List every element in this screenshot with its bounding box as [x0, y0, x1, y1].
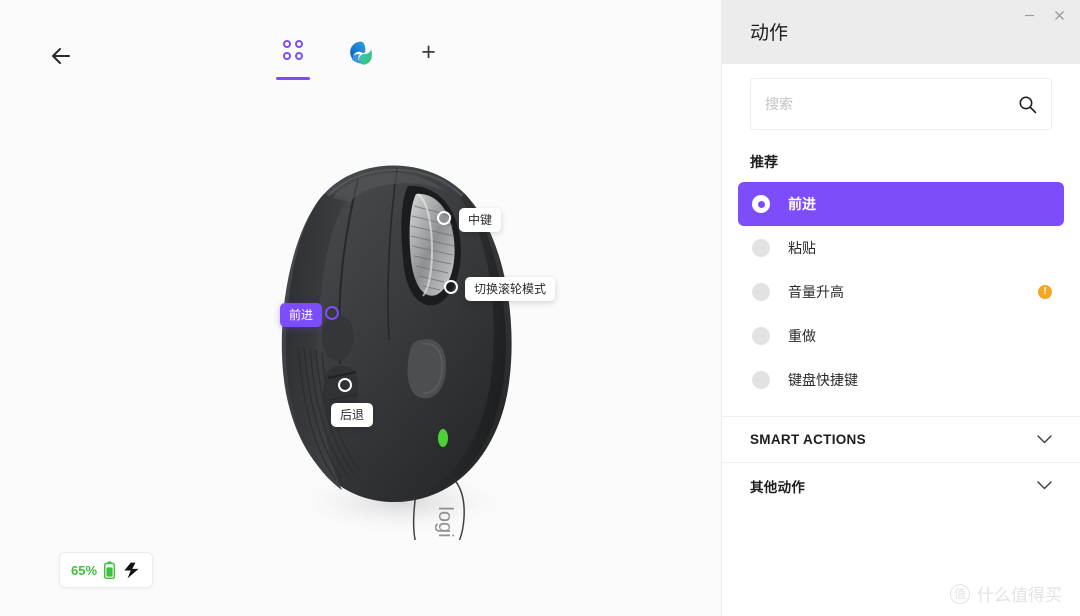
grid-dot [282, 40, 291, 48]
section-other-actions[interactable]: 其他动作 [722, 462, 1080, 508]
search-area [722, 64, 1080, 144]
action-row-redo[interactable]: 重做 [738, 314, 1064, 358]
section-title: SMART ACTIONS [750, 432, 866, 447]
page-title: 动作 [750, 23, 789, 44]
watermark-mark: 值 [950, 583, 970, 604]
chevron-down-icon [1037, 435, 1052, 444]
radio-icon[interactable] [752, 371, 770, 389]
radio-icon[interactable] [752, 327, 770, 345]
search-box[interactable] [750, 78, 1052, 130]
grid-dot [294, 40, 303, 48]
device-canvas: + logi 中键 切换滚轮模式 前进 后退 65% [0, 0, 721, 616]
device-tabbar: + [0, 36, 721, 80]
radio-selected-icon[interactable] [752, 195, 770, 213]
tab-apps[interactable] [273, 36, 313, 80]
microsoft-edge-icon [349, 41, 372, 65]
minimize-icon [1024, 14, 1034, 16]
marker-scroll-mode[interactable] [444, 280, 458, 294]
close-icon [1054, 10, 1064, 20]
tab-add[interactable]: + [409, 36, 449, 80]
battery-status[interactable]: 65% [59, 552, 154, 588]
radio-inner-dot [757, 200, 765, 208]
radio-icon[interactable] [752, 239, 770, 257]
window-controls [1014, 0, 1074, 30]
grid-dot [294, 52, 303, 60]
watermark-text: 什么值得买 [977, 586, 1062, 605]
marker-back[interactable] [338, 378, 352, 392]
action-label: 重做 [788, 328, 816, 344]
logi-flow-icon [124, 562, 139, 578]
plus-icon: + [421, 38, 436, 66]
action-row-keyboard-shortcut[interactable]: 键盘快捷键 [738, 358, 1064, 402]
action-label: 键盘快捷键 [788, 372, 858, 388]
logi-brand-text: logi [434, 506, 456, 537]
recommended-action-list: 前进 粘贴 音量升高 ! 重做 键盘快捷键 [722, 182, 1080, 402]
marker-middle-click[interactable] [437, 211, 451, 225]
action-row-forward[interactable]: 前进 [738, 182, 1064, 226]
grid-dot [282, 52, 291, 60]
section-title: 其他动作 [750, 479, 806, 495]
battery-icon [104, 561, 116, 579]
section-smart-actions[interactable]: SMART ACTIONS [722, 416, 1080, 462]
marker-forward[interactable] [325, 306, 339, 320]
search-input[interactable] [765, 96, 1018, 112]
tab-active-underline [275, 77, 310, 80]
callout-scroll-mode[interactable]: 切换滚轮模式 [465, 277, 556, 301]
search-icon[interactable] [1018, 95, 1037, 114]
close-button[interactable] [1044, 0, 1074, 30]
tab-edge[interactable] [341, 36, 381, 80]
chevron-down-icon [1037, 481, 1052, 490]
action-label: 粘贴 [788, 240, 816, 256]
action-label: 前进 [788, 196, 816, 212]
minimize-button[interactable] [1014, 0, 1044, 30]
battery-percent: 65% [71, 562, 98, 578]
radio-icon[interactable] [752, 283, 770, 301]
callout-forward[interactable]: 前进 [280, 303, 323, 327]
action-row-volume-up[interactable]: 音量升高 ! [738, 270, 1064, 314]
actions-panel: 动作 搜索 推荐 前进 粘贴 音量升高 ! 重做 键盘快捷键 SMART ACT… [721, 0, 1080, 616]
watermark: 值 什么值得买 [950, 581, 1062, 606]
action-label: 音量升高 [788, 284, 844, 300]
action-row-paste[interactable]: 粘贴 [738, 226, 1064, 270]
warning-icon[interactable]: ! [1038, 285, 1052, 299]
app-root: + logi 中键 切换滚轮模式 前进 后退 65% 动作 搜索 推荐 前进 粘… [0, 0, 1080, 616]
recommended-heading: 推荐 [750, 154, 778, 170]
panel-header: 动作 [722, 0, 1080, 64]
callout-back[interactable]: 后退 [331, 403, 374, 427]
apps-grid-icon [282, 40, 303, 60]
callout-middle-click[interactable]: 中键 [459, 208, 502, 232]
